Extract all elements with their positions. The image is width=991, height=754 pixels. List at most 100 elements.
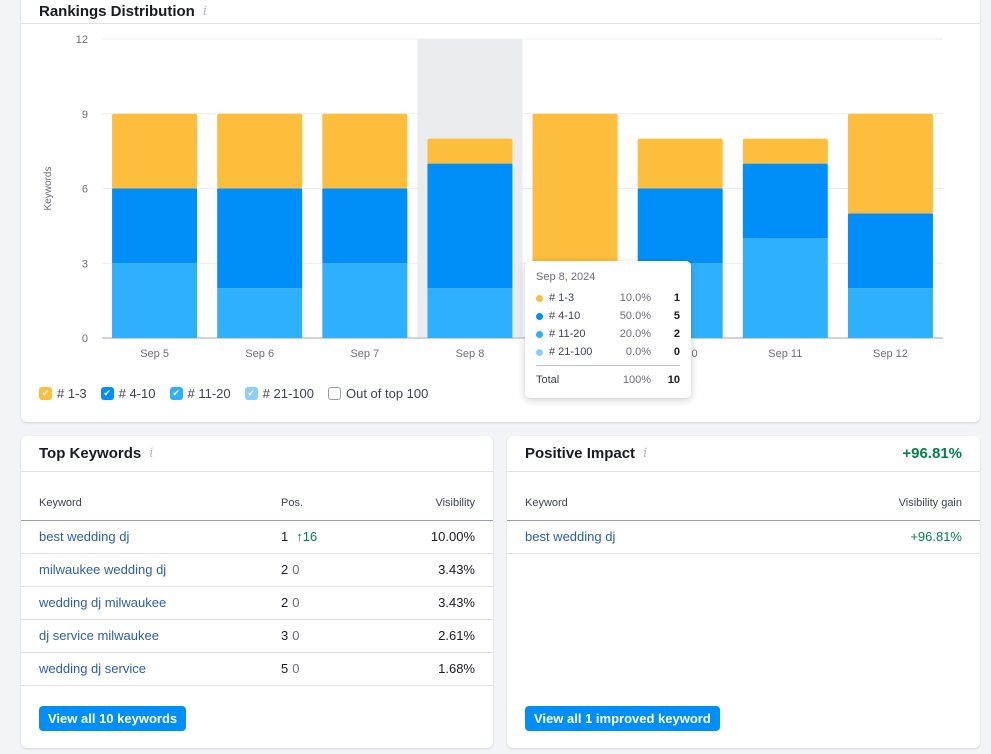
- position-value: 2: [281, 562, 289, 577]
- series-dot-icon: [536, 294, 543, 302]
- change-value: 16: [302, 529, 318, 544]
- position-change: 0: [292, 628, 300, 643]
- visibility-value: 3.43%: [373, 586, 493, 620]
- bar-segment: [427, 288, 513, 338]
- visibility-gain-value: +96.81%: [771, 520, 980, 554]
- positive-impact-total: +96.81%: [902, 445, 962, 462]
- legend-item[interactable]: ✔ # 21-100: [244, 386, 314, 401]
- keyword-link[interactable]: milwaukee wedding dj: [39, 562, 166, 577]
- y-axis-label: Keywords: [43, 167, 54, 211]
- table-row: wedding dj milwaukee 2 0 3.43%: [21, 586, 493, 620]
- visibility-value: 3.43%: [373, 553, 493, 587]
- legend-item[interactable]: ✔ # 1-3: [39, 386, 87, 401]
- checkbox-checked-icon[interactable]: ✔: [39, 387, 52, 400]
- position-value: 3: [281, 628, 289, 643]
- bar-segment: [322, 113, 408, 189]
- tooltip-series-label: # 11-20: [549, 328, 586, 340]
- keyword-link[interactable]: wedding dj service: [39, 661, 146, 676]
- bar-segment: [112, 113, 198, 189]
- legend-item[interactable]: Out of top 100: [327, 386, 428, 401]
- legend-label: # 21-100: [262, 386, 314, 401]
- info-icon[interactable]: i: [643, 446, 647, 461]
- positive-impact-card: Positive Impact i +96.81% Keyword Visibi…: [507, 436, 980, 748]
- bar-segment: [217, 288, 303, 338]
- keyword-link[interactable]: dj service milwaukee: [39, 628, 159, 643]
- tooltip-series-value: 2: [673, 328, 680, 340]
- table-row: wedding dj service 5 0 1.68%: [21, 652, 493, 686]
- tooltip-series-label: # 4-10: [549, 310, 581, 322]
- table-row: best wedding dj +96.81%: [507, 520, 980, 554]
- keyword-link[interactable]: best wedding dj: [525, 529, 615, 544]
- column-header-visibility-gain[interactable]: Visibility gain: [771, 494, 980, 521]
- visibility-value: 2.61%: [373, 619, 493, 653]
- legend-item[interactable]: ✔ # 4-10: [100, 386, 156, 401]
- x-tick-label: Sep 6: [245, 348, 274, 360]
- column-header-pos[interactable]: Pos.: [263, 494, 373, 521]
- tooltip-total-value: 10: [667, 374, 680, 386]
- tooltip-divider: [536, 365, 680, 366]
- positive-impact-table: Keyword Visibility gain best wedding dj +…: [507, 494, 980, 554]
- positive-impact-header: Positive Impact i +96.81%: [507, 436, 980, 472]
- bar-segment: [427, 163, 513, 289]
- bar-segment: [742, 138, 828, 164]
- checkbox-unchecked-icon[interactable]: [327, 387, 341, 400]
- legend-label: # 1-3: [57, 386, 87, 401]
- column-header-keyword[interactable]: Keyword: [21, 494, 263, 521]
- position-value: 1: [281, 529, 289, 544]
- x-tick-label: Sep 12: [873, 348, 908, 360]
- bar-segment: [112, 263, 198, 338]
- checkbox-checked-icon[interactable]: ✔: [244, 387, 258, 400]
- table-row: best wedding dj 1 ↑16 10.00%: [21, 520, 493, 554]
- x-tick-label: Sep 5: [140, 348, 169, 360]
- chart-legend: ✔ # 1-3 ✔ # 4-10 ✔ # 11-20 ✔ # 21-100 Out of top…: [39, 386, 428, 401]
- bar-segment: [742, 238, 828, 338]
- top-keywords-card: Top Keywords i Keyword Pos. Visibility b…: [21, 436, 493, 748]
- view-improved-keywords-button[interactable]: View all 1 improved keyword: [525, 706, 720, 731]
- bar-segment: [847, 288, 933, 338]
- keyword-link[interactable]: best wedding dj: [39, 529, 129, 544]
- info-icon[interactable]: i: [203, 4, 207, 19]
- tooltip-series-label: # 21-100: [549, 346, 593, 358]
- tooltip-series-value: 1: [673, 292, 680, 304]
- tooltip-row: # 1-3 10.0% 1: [536, 289, 680, 307]
- y-tick-label: 3: [82, 258, 88, 270]
- tooltip-date: Sep 8, 2024: [536, 271, 596, 283]
- top-keywords-table: Keyword Pos. Visibility best wedding dj 1…: [21, 494, 493, 686]
- checkbox-checked-icon[interactable]: ✔: [169, 387, 183, 400]
- visibility-value: 1.68%: [373, 652, 493, 686]
- table-row: dj service milwaukee 3 0 2.61%: [21, 619, 493, 653]
- tooltip-series-pct: 0.0%: [625, 346, 651, 358]
- tooltip-total-pct: 100%: [622, 374, 651, 386]
- legend-label: # 11-20: [187, 386, 231, 401]
- bar-segment: [322, 263, 408, 338]
- series-dot-icon: [536, 330, 543, 338]
- column-header-visibility[interactable]: Visibility: [373, 494, 493, 521]
- bar-segment: [112, 188, 198, 264]
- top-keywords-title: Top Keywords: [39, 445, 142, 462]
- series-dot-icon: [536, 312, 543, 320]
- info-icon[interactable]: i: [149, 446, 153, 461]
- tooltip-total-label: Total: [536, 374, 560, 386]
- tooltip-series-pct: 20.0%: [619, 328, 651, 340]
- column-header-keyword[interactable]: Keyword: [507, 494, 772, 521]
- y-tick-label: 0: [82, 333, 88, 345]
- bar-segment: [847, 213, 933, 289]
- view-all-keywords-button[interactable]: View all 10 keywords: [39, 706, 187, 731]
- tooltip-row: # 4-10 50.0% 5: [536, 307, 680, 325]
- rankings-chart: 036912KeywordsSep 5Sep 6Sep 7Sep 8Sep 9S…: [43, 34, 943, 360]
- visibility-value: 10.00%: [373, 520, 493, 554]
- bar-segment: [847, 113, 933, 214]
- checkbox-checked-icon[interactable]: ✔: [100, 387, 114, 400]
- legend-item[interactable]: ✔ # 11-20: [169, 386, 231, 401]
- position-change-up: ↑16: [296, 529, 318, 544]
- tooltip-series-label: # 1-3: [549, 292, 575, 304]
- positive-impact-title: Positive Impact: [525, 445, 636, 462]
- tooltip-series-pct: 10.0%: [619, 292, 651, 304]
- bar-segment: [427, 138, 513, 164]
- keyword-link[interactable]: wedding dj milwaukee: [39, 595, 166, 610]
- top-keywords-header: Top Keywords i: [21, 436, 493, 472]
- tooltip-series-value: 0: [673, 346, 680, 358]
- legend-label: # 4-10: [118, 386, 156, 401]
- y-tick-label: 12: [76, 34, 88, 46]
- bar-segment: [637, 138, 723, 189]
